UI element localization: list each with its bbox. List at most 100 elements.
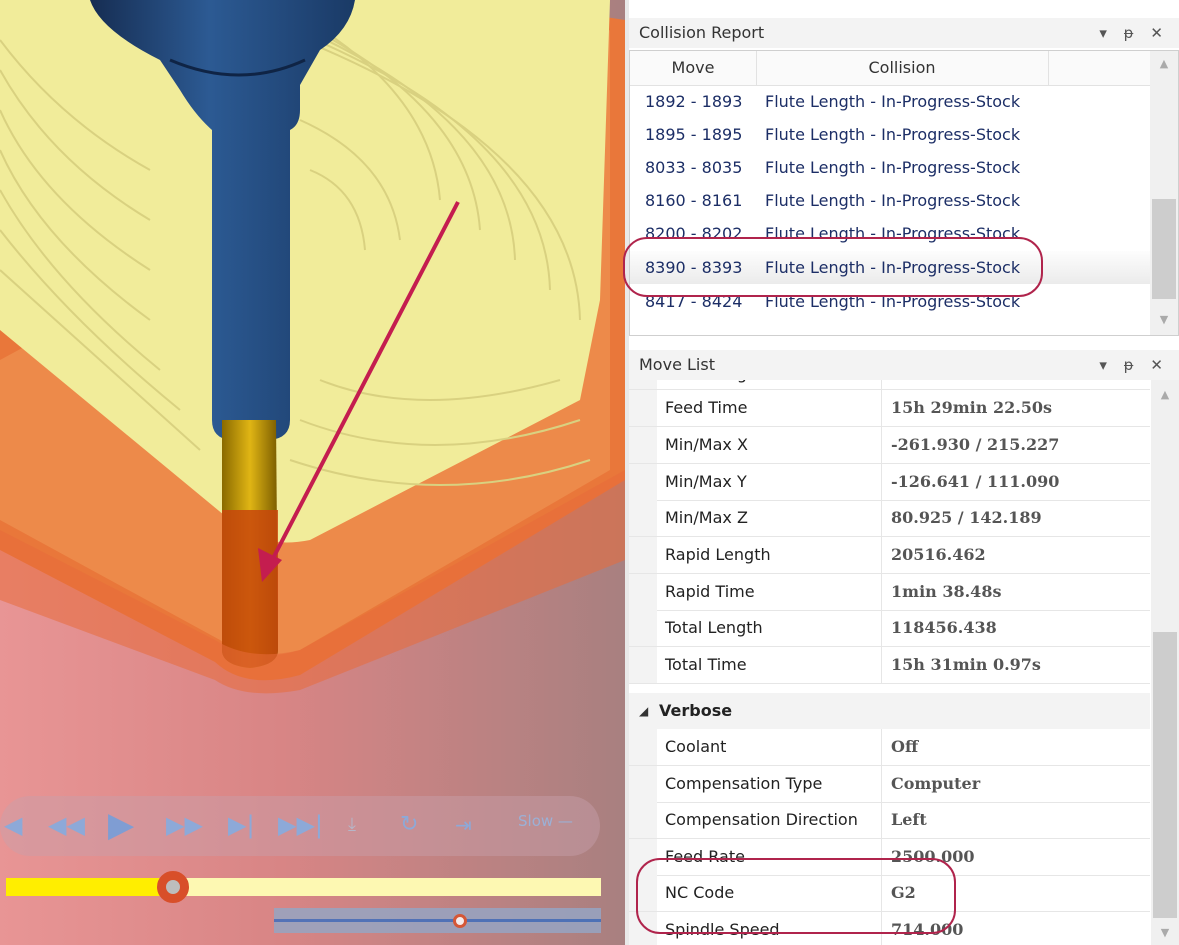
prev-icon[interactable]: ◀: [4, 808, 22, 842]
property-value: Off: [891, 737, 919, 756]
property-value: 80.925 / 142.189: [891, 508, 1042, 527]
row-gutter: [629, 766, 657, 802]
scroll-down-icon[interactable]: ▼: [1150, 313, 1178, 326]
collision-move: 1895 - 1895: [645, 125, 743, 144]
collision-desc: Flute Length - In-Progress-Stock: [765, 92, 1021, 111]
progress-slider[interactable]: [6, 878, 601, 896]
move-list-titlebar: Move List ▾ ᵽ ✕: [629, 350, 1179, 380]
fast-forward-icon[interactable]: ▶▶: [166, 808, 203, 842]
close-icon[interactable]: ✕: [1150, 18, 1169, 48]
step-tool-icon[interactable]: ⤓: [348, 808, 356, 842]
property-label: Feed Time: [665, 398, 748, 417]
property-row[interactable]: Feed Time 15h 29min 22.50s: [629, 390, 1150, 427]
property-label: Min/Max X: [665, 435, 748, 454]
property-value: 15h 29min 22.50s: [891, 398, 1053, 417]
column-header-move[interactable]: Move: [630, 51, 757, 85]
mini-timeline-marker[interactable]: [453, 914, 468, 928]
row-gutter: [629, 427, 657, 463]
dropdown-icon[interactable]: ▾: [1099, 18, 1113, 48]
skip-end-icon[interactable]: ▶▶|: [278, 808, 323, 842]
category-verbose[interactable]: ◢ Verbose: [629, 693, 1150, 729]
property-label: Total Time: [665, 655, 747, 674]
collapse-triangle-icon[interactable]: ◢: [639, 693, 648, 729]
property-row[interactable]: Compensation Type Computer: [629, 766, 1150, 803]
property-value: 20516.462: [891, 545, 986, 564]
row-gutter: [629, 380, 657, 389]
speed-label-text: Slow: [518, 812, 554, 830]
rewind-icon[interactable]: ◀◀: [48, 808, 85, 842]
property-label: Coolant: [665, 737, 727, 756]
collision-row[interactable]: 1895 - 1895 Flute Length - In-Progress-St…: [630, 118, 1150, 151]
play-icon[interactable]: ▶: [108, 808, 134, 842]
speed-label[interactable]: Slow —: [518, 812, 573, 830]
property-row[interactable]: Feed Length 97939.977: [629, 380, 1150, 390]
property-row[interactable]: Rapid Length 20516.462: [629, 537, 1150, 574]
property-value: Left: [891, 810, 927, 829]
playback-controls: ◀ ◀◀ ▶ ▶▶ ▶| ▶▶| ⤓ ↻ ⇥: [0, 796, 600, 856]
loop-icon[interactable]: ↻: [400, 808, 418, 842]
row-separator: [881, 537, 882, 573]
row-separator: [881, 464, 882, 500]
row-gutter: [629, 390, 657, 426]
scroll-down-icon[interactable]: ▼: [1151, 926, 1179, 939]
stop-at-icon[interactable]: ⇥: [455, 808, 472, 842]
collision-scrollbar[interactable]: ▲ ▼: [1150, 51, 1178, 335]
property-row[interactable]: Coolant Off: [629, 729, 1150, 766]
property-row[interactable]: Total Time 15h 31min 0.97s: [629, 647, 1150, 684]
scroll-up-icon[interactable]: ▲: [1151, 388, 1179, 401]
collision-row[interactable]: 8033 - 8035 Flute Length - In-Progress-St…: [630, 151, 1150, 184]
property-label: Compensation Type: [665, 774, 823, 793]
collision-row[interactable]: 8160 - 8161 Flute Length - In-Progress-St…: [630, 184, 1150, 217]
step-forward-icon[interactable]: ▶|: [228, 808, 255, 842]
collision-scroll-thumb[interactable]: [1152, 199, 1176, 299]
property-label: Min/Max Y: [665, 472, 747, 491]
collision-report-title: Collision Report: [639, 23, 765, 42]
property-value: -126.641 / 111.090: [891, 472, 1060, 491]
collision-desc: Flute Length - In-Progress-Stock: [765, 158, 1021, 177]
collision-move: 1892 - 1893: [645, 92, 743, 111]
property-row[interactable]: Compensation Direction Left: [629, 802, 1150, 839]
row-separator: [881, 427, 882, 463]
property-value: 15h 31min 0.97s: [891, 655, 1041, 674]
simulation-viewport[interactable]: ◀ ◀◀ ▶ ▶▶ ▶| ▶▶| ⤓ ↻ ⇥ Slow —: [0, 0, 625, 945]
close-icon[interactable]: ✕: [1150, 350, 1169, 380]
property-row[interactable]: Rapid Time 1min 38.48s: [629, 574, 1150, 611]
property-value: 1min 38.48s: [891, 582, 1002, 601]
property-row[interactable]: Min/Max Y -126.641 / 111.090: [629, 464, 1150, 501]
move-list-scrollbar[interactable]: ▲ ▼: [1151, 380, 1179, 945]
row-separator: [881, 574, 882, 610]
row-gutter: [629, 574, 657, 610]
annotation-circle-nc-code: [636, 858, 956, 934]
property-row[interactable]: Total Length 118456.438: [629, 610, 1150, 647]
collision-row[interactable]: 1892 - 1893 Flute Length - In-Progress-St…: [630, 85, 1150, 118]
property-value: 118456.438: [891, 618, 997, 637]
row-separator: [881, 802, 882, 838]
row-separator: [881, 390, 882, 426]
mini-timeline[interactable]: [274, 908, 601, 933]
property-row[interactable]: Min/Max Z 80.925 / 142.189: [629, 500, 1150, 537]
row-gutter: [629, 537, 657, 573]
property-label: Rapid Time: [665, 582, 755, 601]
property-value: Computer: [891, 774, 981, 793]
collision-move: 8160 - 8161: [645, 191, 743, 210]
pin-icon[interactable]: ᵽ: [1124, 350, 1140, 380]
property-label: Total Length: [665, 618, 763, 637]
property-label: Rapid Length: [665, 545, 771, 564]
collision-report-titlebar: Collision Report ▾ ᵽ ✕: [629, 18, 1179, 48]
column-header-collision[interactable]: Collision: [756, 51, 1049, 85]
row-gutter: [629, 500, 657, 536]
scroll-up-icon[interactable]: ▲: [1150, 57, 1178, 70]
collision-table-header: Move Collision: [630, 51, 1151, 86]
row-separator: [881, 500, 882, 536]
progress-knob[interactable]: [156, 871, 189, 903]
category-label: Verbose: [659, 701, 733, 720]
property-label: Compensation Direction: [665, 810, 858, 829]
dropdown-icon[interactable]: ▾: [1099, 350, 1113, 380]
collision-desc: Flute Length - In-Progress-Stock: [765, 191, 1021, 210]
row-separator: [881, 647, 882, 683]
row-gutter: [629, 610, 657, 646]
property-row[interactable]: Min/Max X -261.930 / 215.227: [629, 427, 1150, 464]
pin-icon[interactable]: ᵽ: [1124, 18, 1140, 48]
move-list-title: Move List: [639, 355, 715, 374]
move-list-scroll-thumb[interactable]: [1153, 632, 1177, 918]
